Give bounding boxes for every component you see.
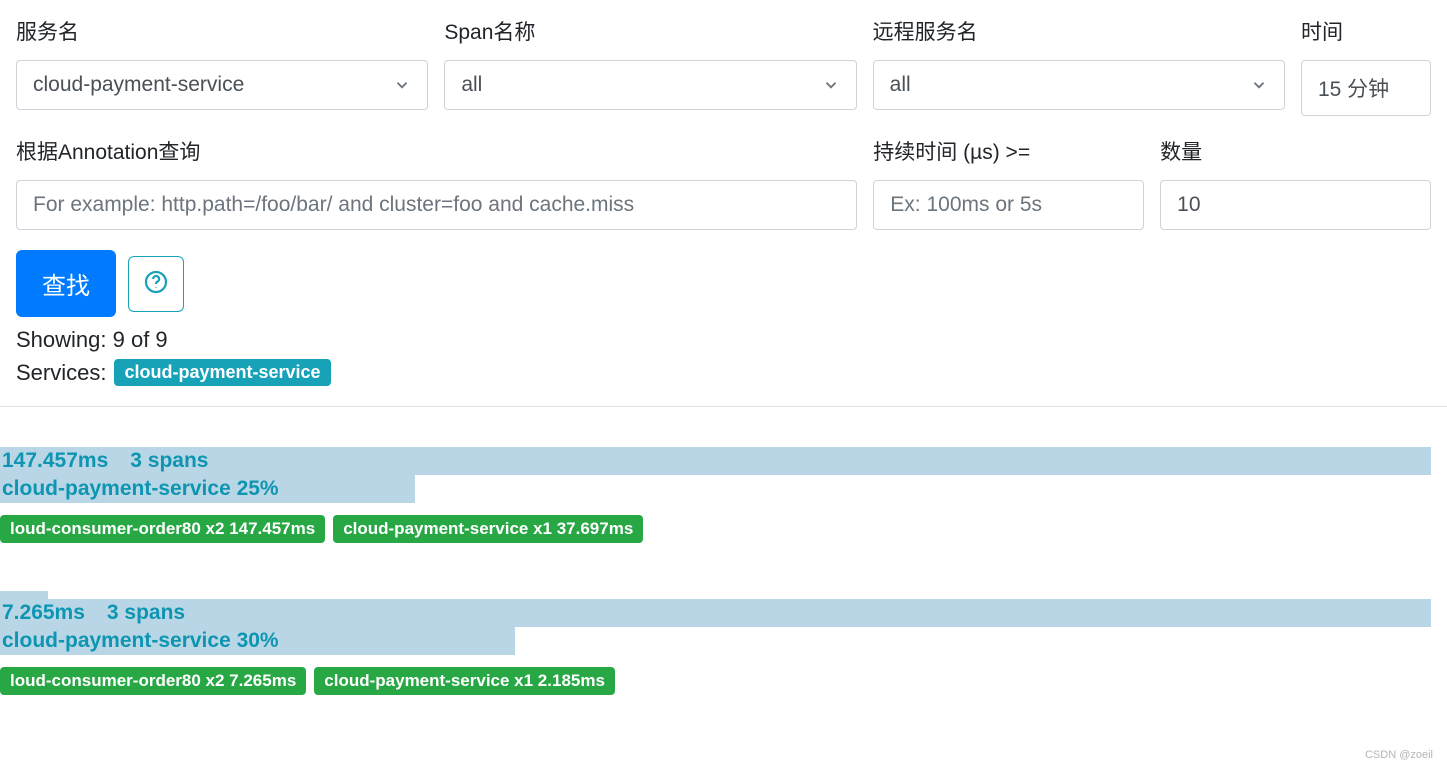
duration-bar: 7.265ms 3 spans [0, 599, 1431, 627]
duration-bar: 147.457ms 3 spans [0, 447, 1431, 475]
trace-duration: 7.265ms [2, 601, 85, 625]
showing-text: Showing: 9 of 9 [16, 327, 1431, 353]
trace-duration: 147.457ms [2, 449, 108, 473]
remote-service-value: all [890, 73, 1240, 97]
service-badges-row: loud-consumer-order80 x2 147.457ms cloud-… [0, 515, 1431, 543]
chevron-down-icon [393, 76, 411, 94]
time-select[interactable]: 15 分钟 [1301, 60, 1431, 116]
trace-span-count: 3 spans [130, 449, 208, 473]
find-button[interactable]: 查找 [16, 250, 116, 317]
limit-label: 数量 [1160, 136, 1431, 166]
span-service-badge: loud-consumer-order80 x2 147.457ms [0, 515, 325, 543]
limit-input[interactable] [1160, 180, 1431, 230]
service-badge: cloud-payment-service [114, 359, 330, 386]
service-name-value: cloud-payment-service [33, 73, 383, 97]
annotation-input[interactable] [16, 180, 857, 230]
duration-label: 持续时间 (µs) >= [873, 136, 1144, 166]
span-name-select[interactable]: all [444, 60, 856, 110]
remote-service-select[interactable]: all [873, 60, 1285, 110]
chevron-down-icon [822, 76, 840, 94]
span-service-badge: loud-consumer-order80 x2 7.265ms [0, 667, 306, 695]
time-value: 15 分钟 [1318, 73, 1414, 103]
span-service-badge: cloud-payment-service x1 2.185ms [314, 667, 615, 695]
watermark: CSDN @zoeil [1365, 749, 1433, 761]
services-label: Services: [16, 360, 106, 386]
service-badges-row: loud-consumer-order80 x2 7.265ms cloud-pa… [0, 667, 1431, 695]
service-percent-bar: cloud-payment-service 30% [0, 627, 515, 655]
span-name-label: Span名称 [444, 16, 856, 46]
trace-result[interactable]: 147.457ms 3 spanscloud-payment-service 25… [0, 447, 1431, 543]
service-percent-bar: cloud-payment-service 25% [0, 475, 415, 503]
duration-input[interactable] [873, 180, 1144, 230]
chevron-down-icon [1250, 76, 1268, 94]
span-service-badge: cloud-payment-service x1 37.697ms [333, 515, 643, 543]
remote-service-label: 远程服务名 [873, 16, 1285, 46]
trace-span-count: 3 spans [107, 601, 185, 625]
divider [0, 406, 1447, 407]
time-label: 时间 [1301, 16, 1431, 46]
help-icon [144, 270, 168, 297]
span-name-value: all [461, 73, 811, 97]
mini-duration-bar [0, 591, 48, 599]
service-name-select[interactable]: cloud-payment-service [16, 60, 428, 110]
service-name-label: 服务名 [16, 16, 428, 46]
trace-result[interactable]: 7.265ms 3 spanscloud-payment-service 30% l… [0, 591, 1431, 695]
annotation-label: 根据Annotation查询 [16, 136, 857, 166]
help-button[interactable] [128, 256, 184, 312]
